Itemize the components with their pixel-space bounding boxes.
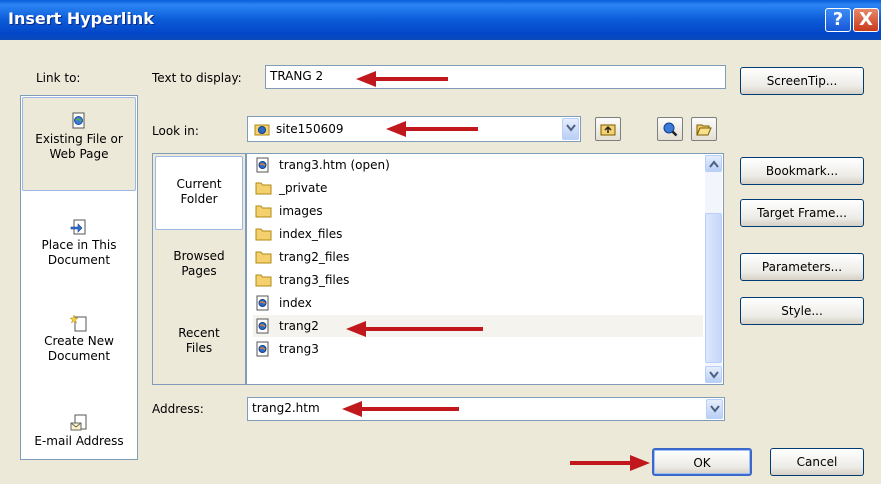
file-name: index_files	[279, 227, 343, 241]
list-item[interactable]: index	[253, 292, 703, 314]
file-name: trang2_files	[279, 250, 350, 264]
folder-icon	[255, 251, 272, 264]
link-place-line2: Document	[47, 253, 111, 267]
scroll-thumb[interactable]	[705, 213, 722, 363]
help-button[interactable]: ?	[825, 8, 851, 32]
place-current-folder[interactable]: Current Folder	[155, 156, 243, 230]
link-place-line1: Place in This	[41, 238, 117, 252]
document-arrow-icon	[70, 219, 86, 235]
text-to-display-label: Text to display:	[152, 71, 242, 85]
web-page-icon	[256, 341, 269, 357]
place-browsed-line1: Browsed	[173, 249, 225, 263]
file-list-scrollbar[interactable]	[705, 155, 722, 383]
link-email-line1: E-mail Address	[34, 434, 124, 448]
browse-file-button[interactable]	[691, 117, 717, 141]
file-name: index	[279, 296, 312, 310]
scroll-down-button[interactable]	[705, 366, 722, 383]
chevron-down-icon	[566, 124, 576, 132]
address-label: Address:	[152, 402, 204, 416]
link-existing-line2: Web Page	[49, 147, 109, 161]
address-value: trang2.htm	[252, 401, 320, 415]
chevron-up-icon	[709, 160, 719, 168]
email-document-icon	[70, 414, 87, 431]
link-existing-file[interactable]: Existing File or Web Page	[22, 97, 136, 191]
folder-icon	[255, 228, 272, 241]
place-browsed-pages[interactable]: Browsed Pages	[155, 249, 243, 289]
place-current-line1: Current	[176, 177, 222, 191]
look-in-dropdown-arrow[interactable]	[562, 118, 579, 140]
web-search-icon	[663, 122, 678, 137]
list-item[interactable]: trang2_files	[253, 246, 703, 268]
list-item[interactable]: _private	[253, 177, 703, 199]
link-create-line1: Create New	[44, 334, 114, 348]
web-page-icon	[256, 295, 269, 311]
link-create-line2: Document	[47, 349, 111, 363]
place-recent-line1: Recent	[178, 326, 220, 340]
place-recent-files[interactable]: Recent Files	[155, 326, 243, 366]
browse-web-button[interactable]	[657, 117, 683, 141]
address-dropdown-arrow[interactable]	[706, 399, 723, 419]
scroll-up-button[interactable]	[705, 155, 722, 172]
file-name: trang3	[279, 342, 319, 356]
folder-up-icon	[600, 124, 616, 136]
list-item[interactable]: trang2	[253, 315, 703, 337]
list-item[interactable]: images	[253, 200, 703, 222]
link-existing-line1: Existing File or	[35, 132, 123, 146]
text-to-display-input[interactable]: TRANG 2	[265, 65, 726, 89]
list-item[interactable]: trang3.htm (open)	[253, 154, 703, 176]
look-in-label: Look in:	[152, 124, 199, 138]
web-folder-icon	[254, 124, 270, 136]
chevron-down-icon	[710, 405, 720, 413]
list-item[interactable]: trang3_files	[253, 269, 703, 291]
look-in-value: site150609	[276, 122, 344, 136]
chevron-down-icon	[709, 371, 719, 379]
places-bar: Current Folder Browsed Pages Recent File…	[152, 153, 246, 385]
folder-icon	[255, 274, 272, 287]
title-bar: Insert Hyperlink ? X	[0, 0, 881, 40]
globe-page-icon	[72, 112, 85, 129]
insert-hyperlink-dialog: Insert Hyperlink ? X Link to: Existing F…	[0, 0, 881, 484]
target-frame-button[interactable]: Target Frame...	[740, 199, 864, 227]
text-to-display-value: TRANG 2	[270, 69, 324, 83]
file-name: trang3.htm (open)	[279, 158, 390, 172]
new-document-icon	[70, 314, 87, 332]
open-folder-icon	[696, 124, 712, 136]
link-to-label: Link to:	[36, 71, 81, 85]
link-email-address[interactable]: E-mail Address	[22, 414, 136, 454]
list-item[interactable]: trang3	[253, 338, 703, 360]
link-place-in-document[interactable]: Place in This Document	[22, 218, 136, 278]
annotation-arrow-ok	[570, 455, 650, 471]
dialog-title: Insert Hyperlink	[8, 9, 154, 28]
link-to-bar: Existing File or Web Page Place in This …	[20, 95, 138, 460]
place-browsed-line2: Pages	[181, 264, 217, 278]
file-name: trang2	[279, 319, 319, 333]
file-name: images	[279, 204, 323, 218]
close-button[interactable]: X	[853, 8, 879, 32]
link-create-new-document[interactable]: Create New Document	[22, 314, 136, 374]
look-in-combo[interactable]: site150609	[247, 116, 581, 142]
cancel-button[interactable]: Cancel	[770, 448, 864, 476]
place-current-line2: Folder	[180, 192, 218, 206]
list-item[interactable]: index_files	[253, 223, 703, 245]
file-name: trang3_files	[279, 273, 350, 287]
parameters-button[interactable]: Parameters...	[740, 253, 864, 281]
up-one-folder-button[interactable]	[595, 117, 621, 141]
ok-button[interactable]: OK	[652, 448, 752, 476]
bookmark-button[interactable]: Bookmark...	[740, 157, 864, 185]
file-list[interactable]: trang3.htm (open) _private images index_…	[246, 153, 724, 385]
web-page-icon	[256, 318, 269, 334]
style-button[interactable]: Style...	[740, 297, 864, 325]
file-name: _private	[279, 181, 328, 195]
folder-icon	[255, 182, 272, 195]
place-recent-line2: Files	[185, 341, 213, 355]
folder-icon	[255, 205, 272, 218]
address-combo[interactable]: trang2.htm	[247, 397, 725, 421]
web-page-icon	[256, 157, 269, 173]
screentip-button[interactable]: ScreenTip...	[740, 67, 864, 95]
